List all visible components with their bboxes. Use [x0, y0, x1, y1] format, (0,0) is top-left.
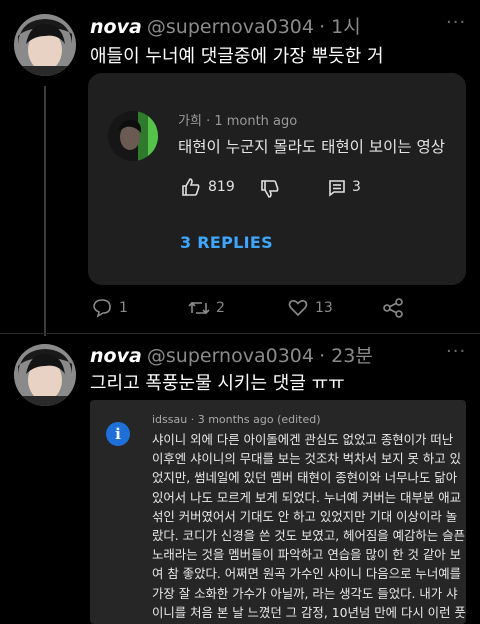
- user-handle[interactable]: @supernova0304: [147, 345, 314, 367]
- commenter-avatar: [108, 111, 158, 161]
- comment-meta: 가희 · 1 month ago: [178, 110, 297, 129]
- user-handle[interactable]: @supernova0304: [147, 16, 314, 38]
- tweet-text: 그리고 폭풍눈물 시키는 댓글 ㅠㅠ: [90, 373, 345, 394]
- comment-body: 샤이니 외에 다른 아이돌에겐 관심도 없었고 종현이가 떠난 이후엔 샤이니의…: [152, 430, 466, 622]
- info-icon: i: [106, 422, 130, 446]
- comment-line: 가장 잘 소화한 가수가 아닐까, 라는 생각도 들었다. 내가 샤: [152, 585, 458, 601]
- like-count: 13: [315, 300, 333, 316]
- embedded-comment-card[interactable]: i idssau · 3 months ago (edited) 샤이니 외에 …: [90, 400, 466, 624]
- reply-count: 3: [352, 179, 361, 195]
- comment-line: 있어서 나도 모르게 보게 되었다. 누너예 커버는 대부분 애교: [152, 489, 462, 505]
- tweet-time[interactable]: · 1시: [319, 16, 361, 38]
- retweet-count: 2: [216, 300, 225, 316]
- tweet-header: nova @supernova0304 · 1시: [90, 12, 361, 39]
- comment-line: 이니를 처음 본 날 느꼈던 그 감정, 10년넘 만에 다시 이런 풋: [152, 604, 466, 620]
- thumbs-down-icon[interactable]: [260, 179, 280, 203]
- like-count: 819: [208, 179, 235, 195]
- comment-meta: idssau · 3 months ago (edited): [152, 413, 321, 426]
- like-icon[interactable]: [288, 298, 308, 322]
- reply-count: 1: [119, 300, 128, 316]
- display-name[interactable]: nova: [90, 345, 142, 367]
- view-replies-button[interactable]: 3 REPLIES: [180, 233, 273, 252]
- tweet-header: nova @supernova0304 · 23분: [90, 341, 373, 368]
- comment-line: 었지만, 썸네일에 있던 멤버 태현이 종현이와 너무나도 닮아: [152, 470, 458, 486]
- thumbs-up-icon[interactable]: [181, 177, 201, 201]
- comment-author[interactable]: 가희: [178, 114, 202, 129]
- comment-text: 태현이 누군지 몰라도 태현이 보이는 영상: [178, 138, 446, 156]
- comment-line: 여 참 좋았다. 어쩌면 원곡 가수인 샤이니 다음으로 누너예를: [152, 566, 462, 582]
- comment-icon[interactable]: [328, 179, 346, 201]
- comment-line: 이후엔 샤이니의 무대를 보는 것조차 벅차서 보지 못 하고 있: [152, 451, 462, 467]
- comment-line: 랐다. 코디가 신경을 쓴 것도 보였고, 헤어짐을 예감하는 슬픈: [152, 528, 465, 544]
- reply-icon[interactable]: [92, 298, 112, 322]
- more-options-button[interactable]: ···: [446, 341, 466, 362]
- avatar[interactable]: [14, 344, 76, 406]
- retweet-icon[interactable]: [188, 298, 210, 322]
- thread-connector: [44, 86, 46, 336]
- comment-line: 섞인 커버였어서 기대도 안 하고 있었지만 기대 이상이라 놀: [152, 508, 458, 524]
- comment-line: 샤이니 외에 다른 아이돌에겐 관심도 없었고 종현이가 떠난: [152, 432, 454, 447]
- display-name[interactable]: nova: [90, 16, 142, 38]
- comment-time: · 1 month ago: [206, 114, 298, 129]
- more-options-button[interactable]: ···: [446, 12, 466, 33]
- share-icon[interactable]: [382, 297, 404, 323]
- embedded-comment-card[interactable]: 가희 · 1 month ago 태현이 누군지 몰라도 태현이 보이는 영상 …: [88, 73, 466, 285]
- comment-line: 노래라는 것을 멤버들이 파악하고 연습을 많이 한 것 같아 보: [152, 547, 462, 563]
- tweet-time[interactable]: · 23분: [319, 345, 373, 367]
- tweet-text: 애들이 누너예 댓글중에 가장 뿌듯한 거: [90, 46, 384, 67]
- divider: [0, 333, 480, 334]
- avatar[interactable]: [14, 14, 76, 76]
